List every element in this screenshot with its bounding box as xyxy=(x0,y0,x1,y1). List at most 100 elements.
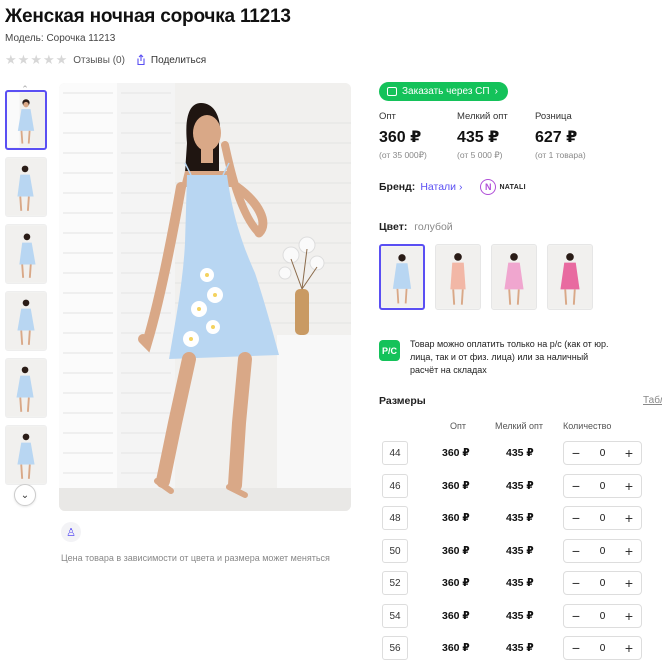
natali-logo-icon: N xyxy=(480,179,497,195)
minus-icon[interactable]: − xyxy=(570,511,582,525)
quantity-stepper: − 0 + xyxy=(563,539,642,563)
sizes-title: Размеры xyxy=(379,395,426,407)
size-guide-icon[interactable]: ♙ xyxy=(61,522,81,542)
thumbnail[interactable] xyxy=(5,157,47,217)
size-price-small: 435 ₽ xyxy=(506,642,534,654)
color-swatch-blue[interactable] xyxy=(379,244,425,310)
share-button[interactable]: Поделиться xyxy=(135,54,206,66)
size-price-opt: 360 ₽ xyxy=(442,512,470,524)
price-tier-label: Мелкий опт xyxy=(457,111,508,122)
thumbnail[interactable] xyxy=(5,90,47,150)
chevron-right-icon: › xyxy=(494,86,498,97)
color-swatch-peach[interactable] xyxy=(435,244,481,310)
thumbnail-list xyxy=(5,90,49,492)
quantity-stepper: − 0 + xyxy=(563,441,642,465)
cart-icon xyxy=(387,87,397,96)
order-via-sp-label: Заказать через СП xyxy=(402,86,490,97)
color-swatch-fuchsia[interactable] xyxy=(547,244,593,310)
price-tier-label: Розница xyxy=(535,111,572,122)
quantity-stepper: − 0 + xyxy=(563,474,642,498)
color-value: голубой xyxy=(414,221,453,233)
size-row: 44 360 ₽ 435 ₽ − 0 + xyxy=(382,441,652,467)
quantity-stepper: − 0 + xyxy=(563,604,642,628)
size-row: 56 360 ₽ 435 ₽ − 0 + xyxy=(382,636,652,662)
plus-icon[interactable]: + xyxy=(623,511,635,525)
reviews-link[interactable]: Отзывы (0) xyxy=(73,55,125,66)
quantity-stepper: − 0 + xyxy=(563,506,642,530)
color-swatches xyxy=(379,244,593,310)
size-price-opt: 360 ₽ xyxy=(442,610,470,622)
thumbnail[interactable] xyxy=(5,425,47,485)
size-price-small: 435 ₽ xyxy=(506,545,534,557)
brand-logo[interactable]: N NATALI xyxy=(480,179,526,195)
quantity-stepper: − 0 + xyxy=(563,571,642,595)
size-label: 52 xyxy=(382,571,408,595)
product-model: Модель: Сорочка 11213 xyxy=(5,33,116,44)
star-icon: ★ xyxy=(55,52,68,67)
minus-icon[interactable]: − xyxy=(570,609,582,623)
rating-stars: ★ ★ ★ ★ ★ xyxy=(5,52,68,67)
quantity-value[interactable]: 0 xyxy=(600,611,606,622)
thumbnail[interactable] xyxy=(5,358,47,418)
star-icon: ★ xyxy=(42,52,55,67)
color-label: Цвет: xyxy=(379,221,408,233)
share-icon xyxy=(137,54,145,66)
price-tier-condition: (от 5 000 ₽) xyxy=(457,150,503,160)
size-price-opt: 360 ₽ xyxy=(442,577,470,589)
size-header-opt: Опт xyxy=(450,421,466,431)
rating-row: ★ ★ ★ ★ ★ Отзывы (0) Поделиться xyxy=(5,52,206,67)
size-price-opt: 360 ₽ xyxy=(442,545,470,557)
size-label: 56 xyxy=(382,636,408,660)
quantity-value[interactable]: 0 xyxy=(600,448,606,459)
price-tier-value: 435 ₽ xyxy=(457,129,500,146)
plus-icon[interactable]: + xyxy=(623,544,635,558)
brand-row: Бренд: Натали › N NATALI xyxy=(379,179,526,195)
chevron-down-icon[interactable]: ⌄ xyxy=(14,484,36,506)
star-icon: ★ xyxy=(5,52,17,67)
price-note: Цена товара в зависимости от цвета и раз… xyxy=(61,553,330,563)
quantity-value[interactable]: 0 xyxy=(600,578,606,589)
size-price-opt: 360 ₽ xyxy=(442,447,470,459)
minus-icon[interactable]: − xyxy=(570,576,582,590)
size-price-small: 435 ₽ xyxy=(506,610,534,622)
thumbnail[interactable] xyxy=(5,291,47,351)
minus-icon[interactable]: − xyxy=(570,446,582,460)
price-tier-retail: Розница 627 ₽ (от 1 товара) xyxy=(535,111,613,161)
size-header-qty: Количество xyxy=(563,421,612,431)
plus-icon[interactable]: + xyxy=(623,446,635,460)
price-tier-label: Опт xyxy=(379,111,396,122)
plus-icon[interactable]: + xyxy=(623,479,635,493)
minus-icon[interactable]: − xyxy=(570,479,582,493)
size-row: 54 360 ₽ 435 ₽ − 0 + xyxy=(382,604,652,630)
brand-link[interactable]: Натали › xyxy=(420,181,462,193)
quantity-value[interactable]: 0 xyxy=(600,546,606,557)
size-row: 50 360 ₽ 435 ₽ − 0 + xyxy=(382,539,652,565)
size-label: 46 xyxy=(382,474,408,498)
size-table-link[interactable]: Табл xyxy=(643,395,662,406)
minus-icon[interactable]: − xyxy=(570,544,582,558)
thumbnail[interactable] xyxy=(5,224,47,284)
price-tier-wholesale: Опт 360 ₽ (от 35 000₽) xyxy=(379,111,457,161)
plus-icon[interactable]: + xyxy=(623,641,635,655)
size-label: 48 xyxy=(382,506,408,530)
size-price-small: 435 ₽ xyxy=(506,447,534,459)
plus-icon[interactable]: + xyxy=(623,576,635,590)
price-tier-value: 627 ₽ xyxy=(535,129,578,146)
size-price-small: 435 ₽ xyxy=(506,480,534,492)
product-title: Женская ночная сорочка 11213 xyxy=(5,6,291,27)
main-product-photo[interactable] xyxy=(59,83,351,511)
size-price-opt: 360 ₽ xyxy=(442,480,470,492)
order-via-sp-button[interactable]: Заказать через СП › xyxy=(379,82,508,101)
price-tier-condition: (от 35 000₽) xyxy=(379,150,427,160)
quantity-value[interactable]: 0 xyxy=(600,513,606,524)
size-label: 54 xyxy=(382,604,408,628)
price-tier-value: 360 ₽ xyxy=(379,129,422,146)
quantity-value[interactable]: 0 xyxy=(600,643,606,654)
quantity-value[interactable]: 0 xyxy=(600,481,606,492)
minus-icon[interactable]: − xyxy=(570,641,582,655)
payment-info: Р/С Товар можно оплатить только на р/с (… xyxy=(379,338,610,377)
price-tier-condition: (от 1 товара) xyxy=(535,150,586,160)
plus-icon[interactable]: + xyxy=(623,609,635,623)
color-swatch-pink[interactable] xyxy=(491,244,537,310)
size-label: 44 xyxy=(382,441,408,465)
